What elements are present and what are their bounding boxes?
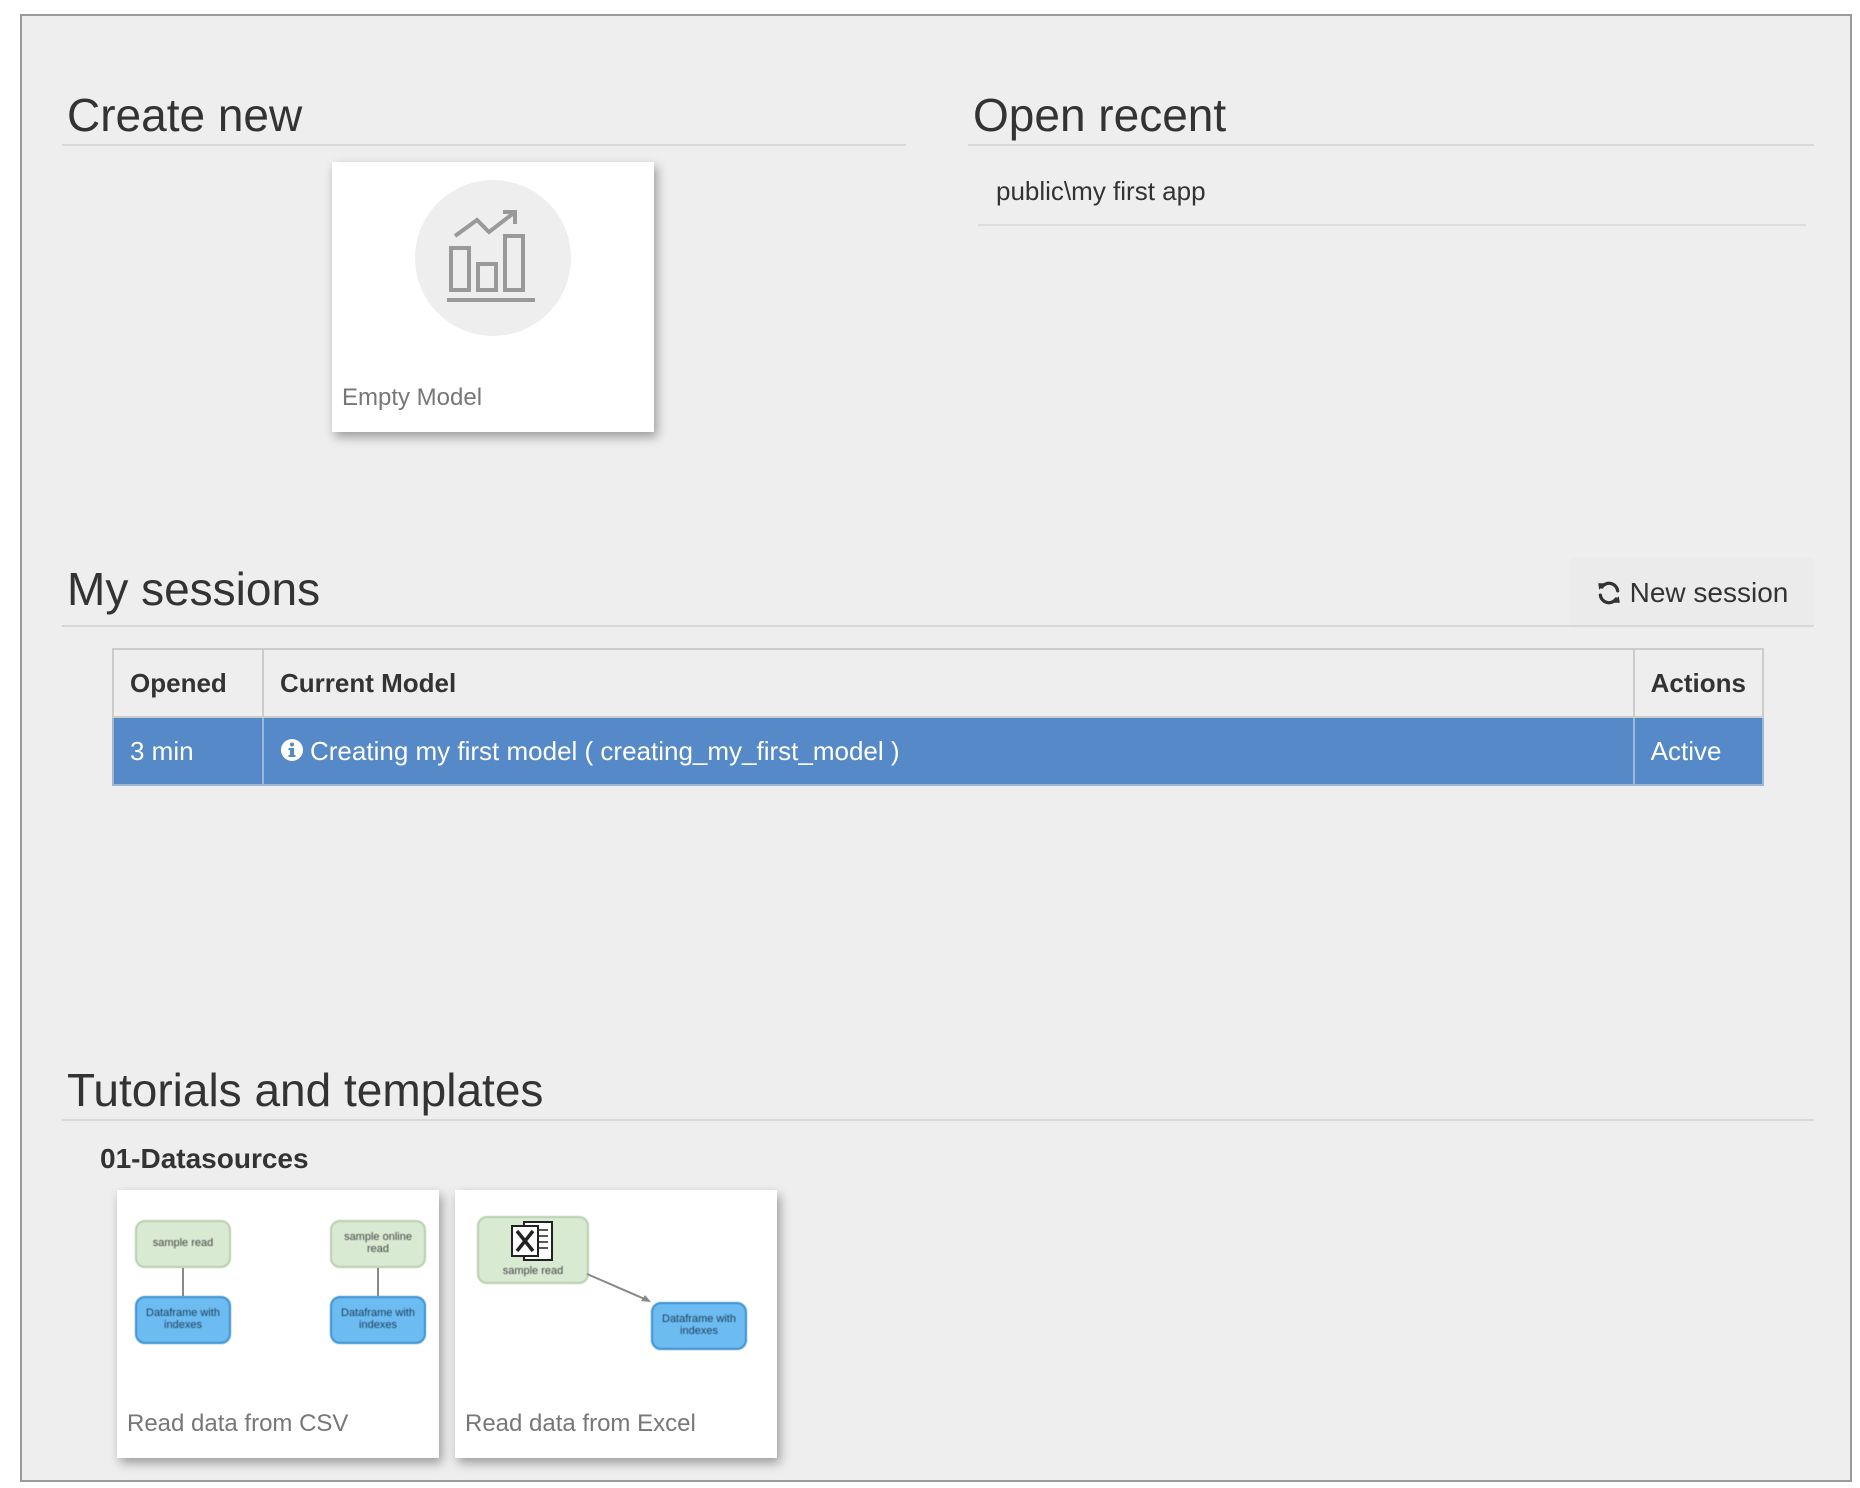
session-action-cell[interactable]: Active — [1632, 716, 1765, 786]
node-sample-online-read: sample online read — [330, 1220, 426, 1268]
node-sample-read: sample read — [135, 1220, 231, 1268]
refresh-icon — [1597, 581, 1620, 605]
table-row[interactable]: 3 min Creating my first model ( creating… — [112, 716, 1765, 786]
recent-item[interactable]: public\my first app — [978, 160, 1806, 226]
node-dataframe: Dataframe with indexes — [330, 1296, 426, 1344]
recent-item-label: public\my first app — [996, 176, 1206, 206]
empty-model-label: Empty Model — [342, 384, 483, 411]
create-new-title: Create new — [67, 89, 303, 141]
session-opened-cell: 3 min — [112, 716, 264, 786]
open-recent-title: Open recent — [973, 89, 1227, 141]
sessions-header-row: Opened Current Model Actions — [112, 648, 1765, 718]
new-session-button[interactable]: New session — [1570, 558, 1814, 628]
empty-model-tile[interactable]: Empty Model — [332, 162, 654, 432]
tutorials-title: Tutorials and templates — [67, 1064, 544, 1116]
connector-arrow — [377, 1268, 379, 1296]
column-header-current-model: Current Model — [262, 648, 1635, 718]
column-header-actions: Actions — [1632, 648, 1765, 718]
create-new-divider — [62, 144, 906, 146]
template-read-excel[interactable]: sample read Dataframe with indexes Read … — [455, 1190, 777, 1458]
session-model-cell: Creating my first model ( creating_my_fi… — [262, 716, 1635, 786]
info-circle-icon — [281, 738, 303, 761]
template-read-csv[interactable]: sample read Dataframe with indexes sampl… — [117, 1190, 439, 1458]
bar-chart-growth-icon — [447, 210, 535, 302]
column-header-opened: Opened — [112, 648, 264, 718]
connector-arrow — [586, 1273, 651, 1302]
my-sessions-divider — [62, 625, 1814, 627]
node-dataframe: Dataframe with indexes — [135, 1296, 231, 1344]
sessions-table: Opened Current Model Actions 3 min Creat… — [112, 648, 1765, 786]
new-session-label: New session — [1629, 577, 1789, 608]
open-recent-divider — [968, 144, 1814, 146]
node-dataframe: Dataframe with indexes — [651, 1302, 747, 1350]
session-model-label: Creating my first model ( creating_my_fi… — [310, 735, 900, 766]
session-status-active[interactable]: Active — [1651, 736, 1722, 766]
connector-arrow — [182, 1268, 184, 1296]
tutorials-divider — [62, 1119, 1814, 1121]
my-sessions-title: My sessions — [67, 563, 321, 615]
template-label: Read data from CSV — [127, 1410, 349, 1437]
category-title: 01-Datasources — [100, 1143, 309, 1174]
excel-file-icon — [511, 1221, 553, 1261]
template-label: Read data from Excel — [465, 1410, 696, 1437]
